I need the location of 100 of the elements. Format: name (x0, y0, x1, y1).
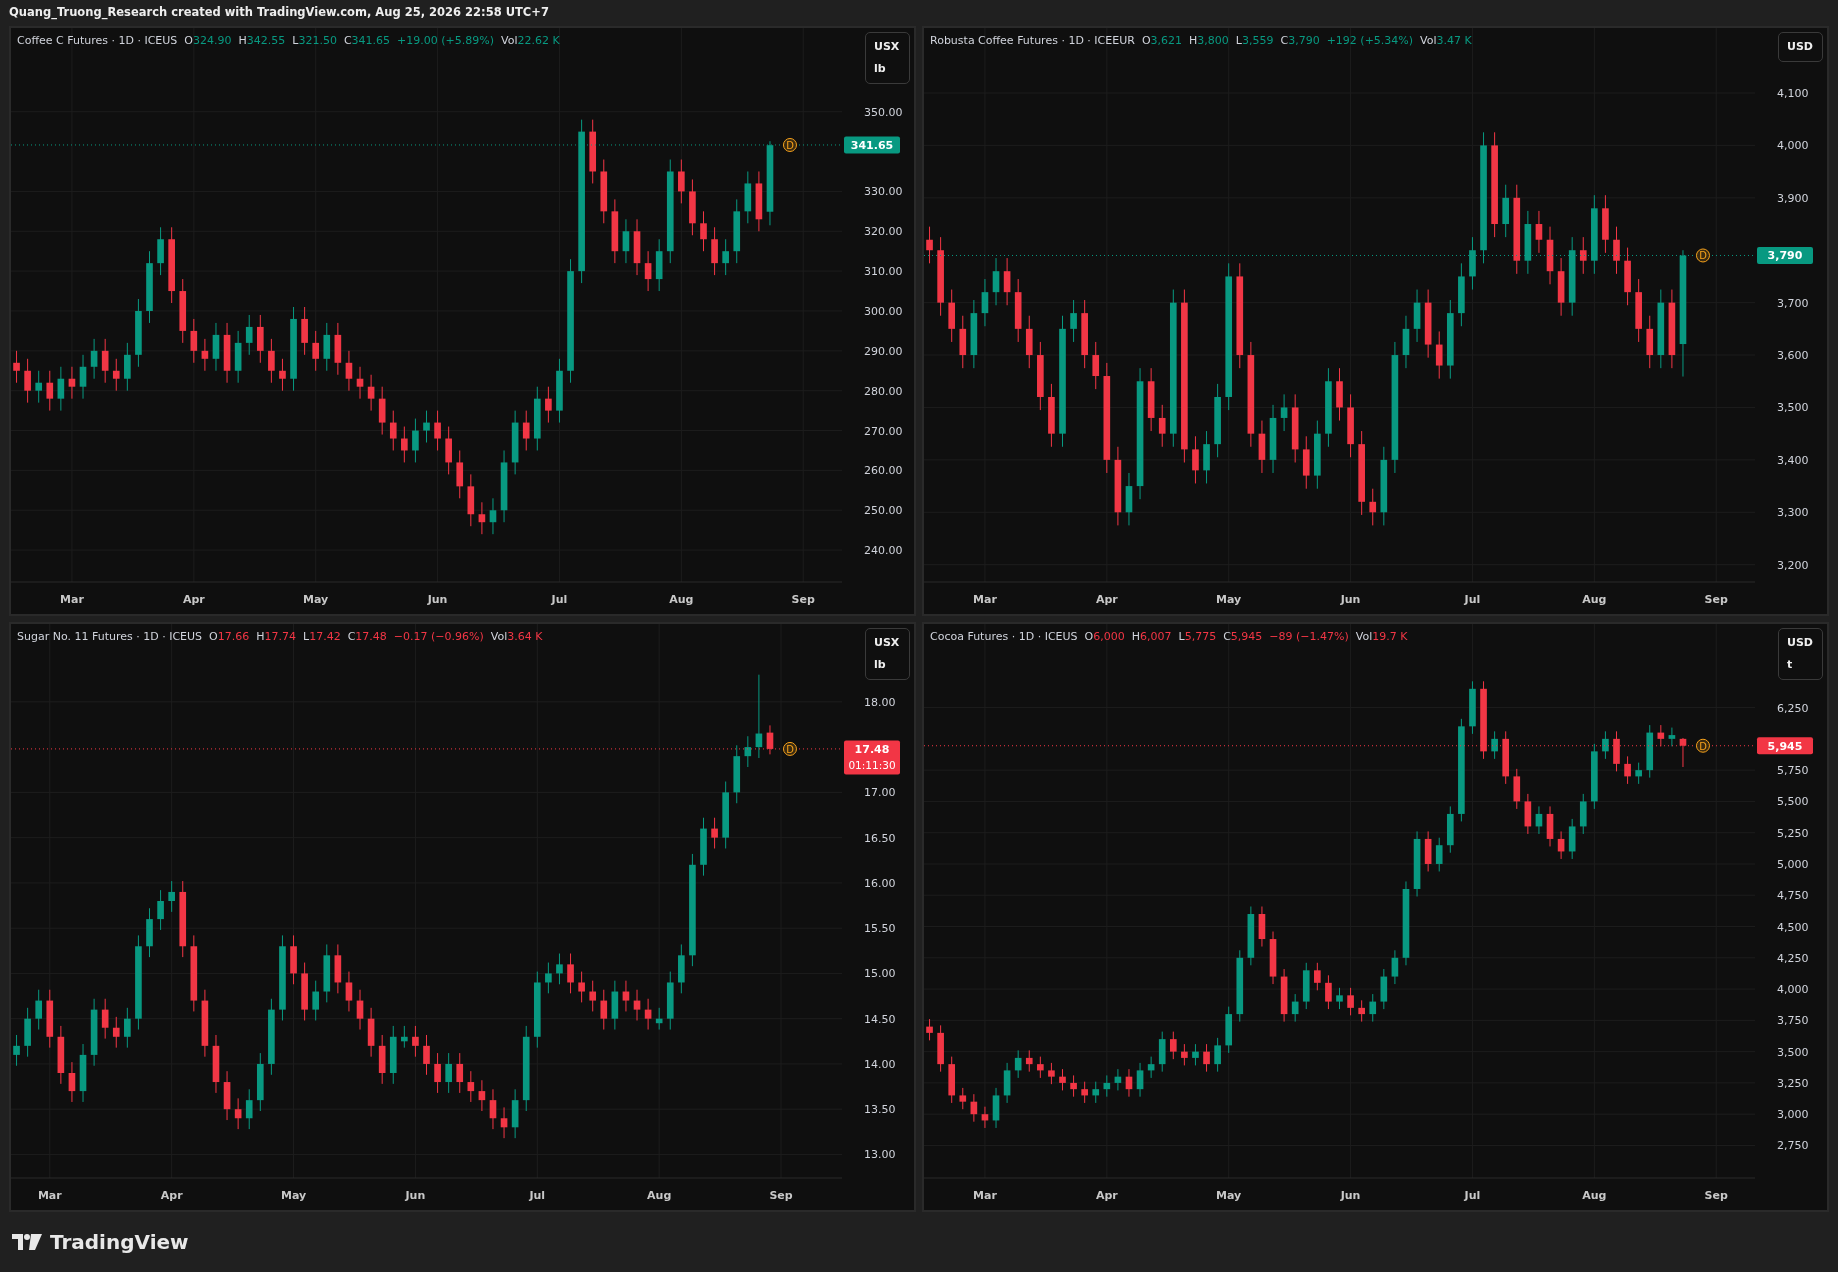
month-label: May (303, 593, 329, 606)
month-label: May (280, 1189, 307, 1202)
price-label: 320.00 (864, 225, 903, 239)
currency-unit-button[interactable]: USX lb (865, 628, 910, 680)
ref-line-label: 5,945 (1767, 739, 1803, 753)
ohlc-value: 6,007 (1140, 629, 1172, 645)
symbol-title: Cocoa Futures · 1D · ICEUS (930, 629, 1078, 645)
price-label: 350.00 (864, 105, 903, 119)
price-label: 3,700 (1777, 296, 1809, 310)
price-label: 15.00 (864, 967, 896, 981)
price-label: 310.00 (864, 265, 903, 279)
price-label: 16.50 (864, 831, 896, 845)
month-label: May (1216, 593, 1242, 606)
dividend-marker[interactable]: D (783, 741, 797, 756)
month-label: Sep (1704, 593, 1728, 606)
ref-line-label: 17.48 (854, 742, 890, 756)
month-label: Jul (1464, 593, 1481, 606)
month-label: Aug (1582, 593, 1607, 606)
price-label: 15.50 (864, 922, 896, 936)
ohlc-value: 5,775 (1184, 629, 1217, 645)
price-label: 4,750 (1777, 889, 1809, 903)
price-change: +192 (+5.34%) (1326, 33, 1414, 49)
price-label: 330.00 (864, 185, 903, 199)
ohlc-value: 17.48 (355, 629, 387, 645)
ohlc-value: 342.55 (246, 33, 286, 49)
ohlc-label: L (292, 33, 299, 49)
price-label: 280.00 (864, 384, 903, 398)
ohlc-value: 341.65 (351, 33, 391, 49)
price-label: 300.00 (864, 305, 903, 318)
currency-unit-button[interactable]: USD t (1778, 628, 1823, 680)
price-label: 18.00 (864, 695, 896, 709)
ohlc-value: 3,790 (1288, 33, 1320, 49)
price-label: 290.00 (864, 344, 903, 358)
volume-label: Vol (1420, 33, 1437, 49)
month-label: Mar (60, 593, 84, 606)
price-label: 5,750 (1777, 764, 1809, 778)
price-label: 4,000 (1777, 983, 1809, 997)
price-label: 5,500 (1777, 795, 1809, 809)
month-label: Jun (1340, 593, 1361, 606)
price-change: −89 (−1.47%) (1269, 629, 1349, 645)
dividend-marker[interactable]: D (783, 138, 797, 152)
month-label: Aug (669, 593, 694, 606)
ohlc-label: C (1223, 629, 1231, 645)
month-label: Jun (1340, 1189, 1361, 1202)
price-change: +19.00 (+5.89%) (397, 33, 495, 49)
price-label: 14.50 (864, 1012, 896, 1026)
price-label: 3,400 (1777, 453, 1809, 467)
price-label: 16.00 (864, 876, 896, 890)
price-label: 13.50 (864, 1103, 896, 1117)
price-label: 250.00 (864, 504, 903, 518)
price-label: 6,250 (1777, 701, 1809, 715)
ohlc-value: 17.66 (217, 629, 250, 645)
month-label: Sep (1704, 1189, 1728, 1202)
currency-unit-button[interactable]: USX lb (865, 32, 910, 84)
month-label: Aug (1582, 1189, 1607, 1202)
last-price-tag: 5,945 (1757, 737, 1813, 755)
price-label: 13.00 (864, 1148, 896, 1162)
ohlc-label: C (1280, 33, 1289, 49)
month-label: Jun (405, 1189, 426, 1202)
dividend-marker[interactable]: D (1696, 248, 1710, 263)
ohlc-value: 324.90 (193, 33, 232, 49)
ohlc-label: L (303, 629, 310, 645)
ohlc-value: 17.74 (264, 629, 297, 645)
ohlc-value: 3,559 (1241, 33, 1274, 49)
ohlc-label: H (256, 629, 265, 645)
ohlc-value: 321.50 (298, 33, 337, 49)
currency-unit-button[interactable]: USD (1778, 32, 1823, 62)
price-label: 4,250 (1777, 951, 1809, 965)
last-price-tag: 17.48 01:11:30 (844, 740, 900, 775)
month-label: Apr (1095, 593, 1118, 606)
symbol-title: Robusta Coffee Futures · 1D · ICEEUR (930, 33, 1135, 49)
price-label: 3,500 (1777, 1045, 1809, 1059)
price-label: 2,750 (1777, 1139, 1809, 1153)
month-label: Aug (647, 1189, 672, 1202)
month-label: Jun (427, 593, 448, 606)
ohlc-label: C (347, 629, 356, 645)
last-price-tag: 341.65 (844, 136, 900, 154)
symbol-title: Sugar No. 11 Futures · 1D · ICEUS (17, 629, 203, 645)
month-label: Apr (160, 1189, 183, 1202)
price-label: 17.00 (864, 786, 896, 800)
month-label: Mar (37, 1189, 62, 1202)
month-label: Sep (769, 1189, 793, 1202)
price-label: 3,600 (1777, 349, 1809, 363)
volume-label: Vol (1355, 629, 1373, 645)
price-label: 3,500 (1777, 401, 1809, 415)
price-label: 240.00 (864, 544, 903, 558)
ohlc-value: 3,800 (1197, 33, 1229, 49)
ohlc-label: H (1131, 629, 1140, 645)
month-label: May (1216, 1189, 1242, 1202)
chart-caption: Quang_Truong_Research created with TradingView.com, Aug 25, 2026 22:58 UTC+7 (9, 4, 549, 22)
ohlc-label: C (343, 33, 352, 49)
price-change: −0.17 (−0.96%) (393, 629, 484, 645)
month-label: Jul (551, 593, 568, 606)
ohlc-label: L (1178, 629, 1185, 645)
month-label: Sep (791, 593, 815, 606)
volume-value: 3.47 K (1436, 33, 1472, 49)
ohlc-label: O (1084, 629, 1094, 645)
month-label: Jul (1464, 1189, 1481, 1202)
month-label: Apr (1095, 1189, 1118, 1202)
dividend-marker[interactable]: D (1696, 738, 1710, 753)
